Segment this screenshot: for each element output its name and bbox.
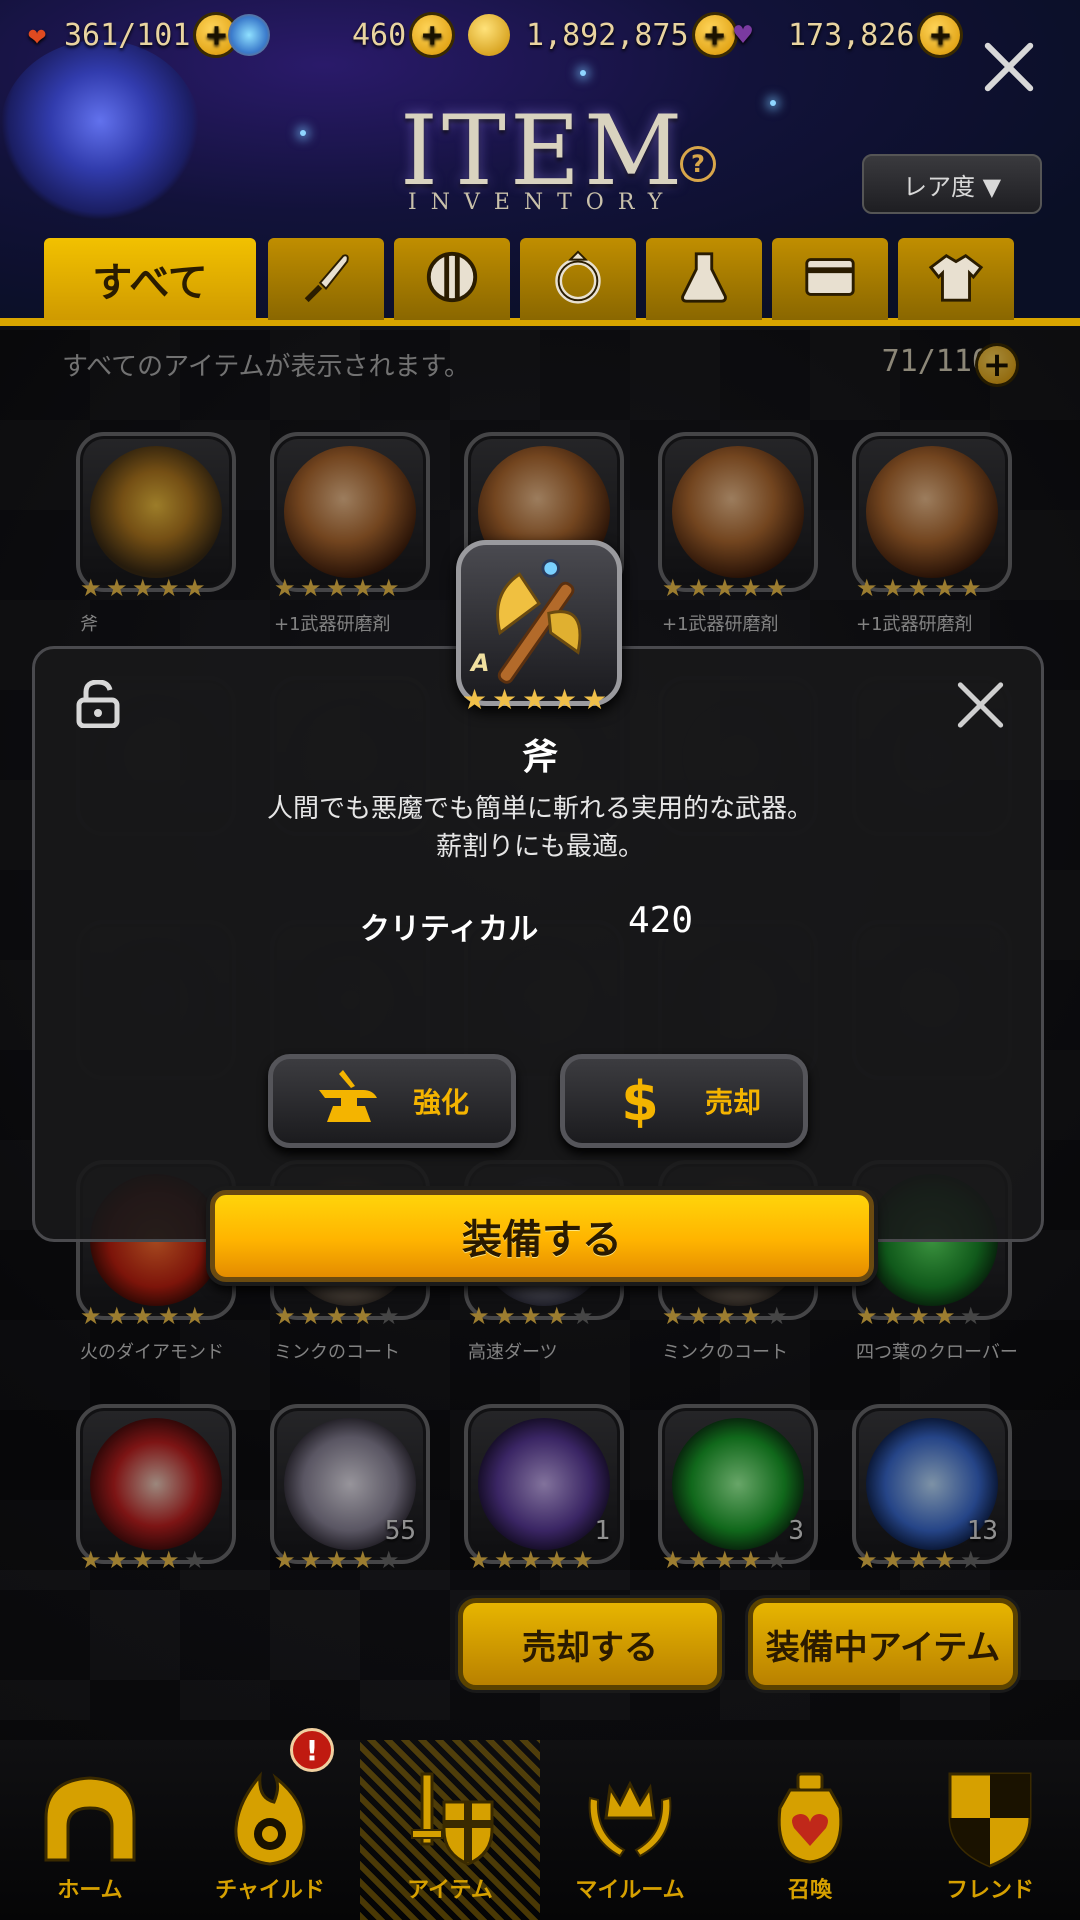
tab-costume[interactable] <box>898 238 1014 320</box>
gem-icon-wrap <box>228 10 270 60</box>
anvil-icon <box>313 1066 383 1136</box>
modal-rarity-stars: ★ ★ ★ ★ ★ <box>462 683 610 716</box>
equip-button[interactable]: 装備する <box>210 1190 874 1282</box>
card-icon <box>801 248 859 310</box>
heart-icon: ❤ <box>27 17 47 53</box>
tab-weapon[interactable] <box>268 238 384 320</box>
modal-item-icon: A <box>456 540 622 706</box>
coin-value: 1,892,875 <box>526 17 689 53</box>
sparkle <box>580 70 586 76</box>
tab-accessory[interactable] <box>520 238 636 320</box>
nav-myroom[interactable]: マイルーム <box>540 1740 720 1920</box>
dollar-icon: $ <box>621 1069 659 1133</box>
star-icon: ★ <box>492 683 518 716</box>
star-icon: ★ <box>462 683 488 716</box>
stat-label: クリティカル <box>360 912 539 947</box>
tab-card[interactable] <box>772 238 888 320</box>
gem-counter: 460 + <box>352 10 453 60</box>
nav-summon-label: 召喚 <box>787 1878 832 1903</box>
sparkle <box>770 100 776 106</box>
crystal-heart-icon: ♥ <box>733 17 753 53</box>
nav-child-label: チャイルド <box>215 1878 325 1903</box>
stamina-counter: ❤ 361/101 + <box>16 10 237 60</box>
knife-icon <box>297 248 355 310</box>
star-icon: ★ <box>552 683 578 716</box>
star-icon: ★ <box>582 683 608 716</box>
stat-value: 420 <box>628 900 694 941</box>
rarity-sort-dropdown[interactable]: レア度 ▼ <box>862 154 1042 214</box>
item-description: 人間でも悪魔でも簡単に斬れる実用的な武器。 薪割りにも最適。 <box>0 790 1080 866</box>
add-crystals-button[interactable]: + <box>920 15 961 55</box>
notification-badge: ! <box>290 1728 334 1772</box>
page-subtitle: INVENTORY <box>408 190 677 215</box>
friend-shield-icon <box>948 1772 1032 1868</box>
close-icon[interactable] <box>978 36 1040 98</box>
help-icon[interactable]: ? <box>680 146 716 182</box>
unlock-icon[interactable] <box>76 680 120 728</box>
modal-close-icon[interactable] <box>954 678 1008 732</box>
coin-counter: 1,892,875 + <box>468 10 735 60</box>
tab-all-label: すべて <box>92 260 208 306</box>
flame-icon <box>234 1771 306 1866</box>
nav-summon[interactable]: 召喚 <box>720 1740 900 1920</box>
description-line: 薪割りにも最適。 <box>435 832 644 862</box>
laurel-crown-icon <box>588 1780 672 1858</box>
nav-item[interactable]: アイテム <box>360 1740 540 1920</box>
add-gems-button[interactable]: + <box>412 15 453 55</box>
home-icon <box>44 1776 136 1862</box>
rose-decoration <box>0 40 200 220</box>
nav-friend-label: フレンド <box>945 1878 1034 1903</box>
description-line: 人間でも悪魔でも簡単に斬れる実用的な武器。 <box>266 794 813 824</box>
crystal-value: 173,826 <box>788 17 915 53</box>
ring-icon <box>549 248 607 310</box>
nav-item-label: アイテム <box>407 1878 493 1903</box>
tab-all[interactable]: すべて <box>44 238 256 320</box>
tab-consumable[interactable] <box>646 238 762 320</box>
sell-items-button[interactable]: 売却する <box>458 1598 722 1690</box>
nav-child[interactable]: チャイルド <box>180 1740 360 1920</box>
crystal-counter: ♥ 173,826 + <box>722 10 961 60</box>
star-icon: ★ <box>522 683 548 716</box>
bottom-nav: ホーム チャイルド アイテム マイルーム 召喚 フレンド <box>0 1740 1080 1920</box>
sell-label: 売却 <box>705 1086 762 1119</box>
flask-icon <box>675 248 733 310</box>
enhance-button[interactable]: 強化 <box>268 1054 516 1148</box>
tab-armor[interactable] <box>394 238 510 320</box>
gem-value: 460 <box>352 17 407 53</box>
nav-friend[interactable]: フレンド <box>900 1740 1080 1920</box>
rank-badge: A <box>471 649 490 677</box>
axe-icon <box>496 559 582 684</box>
nav-home-label: ホーム <box>57 1878 123 1903</box>
stamina-value: 361/101 <box>64 17 191 53</box>
nav-myroom-label: マイルーム <box>575 1878 685 1903</box>
sparkle <box>300 130 306 136</box>
nav-home[interactable]: ホーム <box>0 1740 180 1920</box>
sell-item-button[interactable]: $ 売却 <box>560 1054 808 1148</box>
sword-shield-icon <box>411 1772 494 1866</box>
shirt-icon <box>927 248 985 310</box>
coin-icon <box>468 14 510 56</box>
item-name: 斧 <box>521 737 558 778</box>
enhance-label: 強化 <box>413 1086 470 1119</box>
shield-icon <box>423 248 481 310</box>
potion-heart-icon <box>777 1772 843 1864</box>
equipped-items-button[interactable]: 装備中アイテム <box>748 1598 1018 1690</box>
gem-icon <box>228 14 270 56</box>
